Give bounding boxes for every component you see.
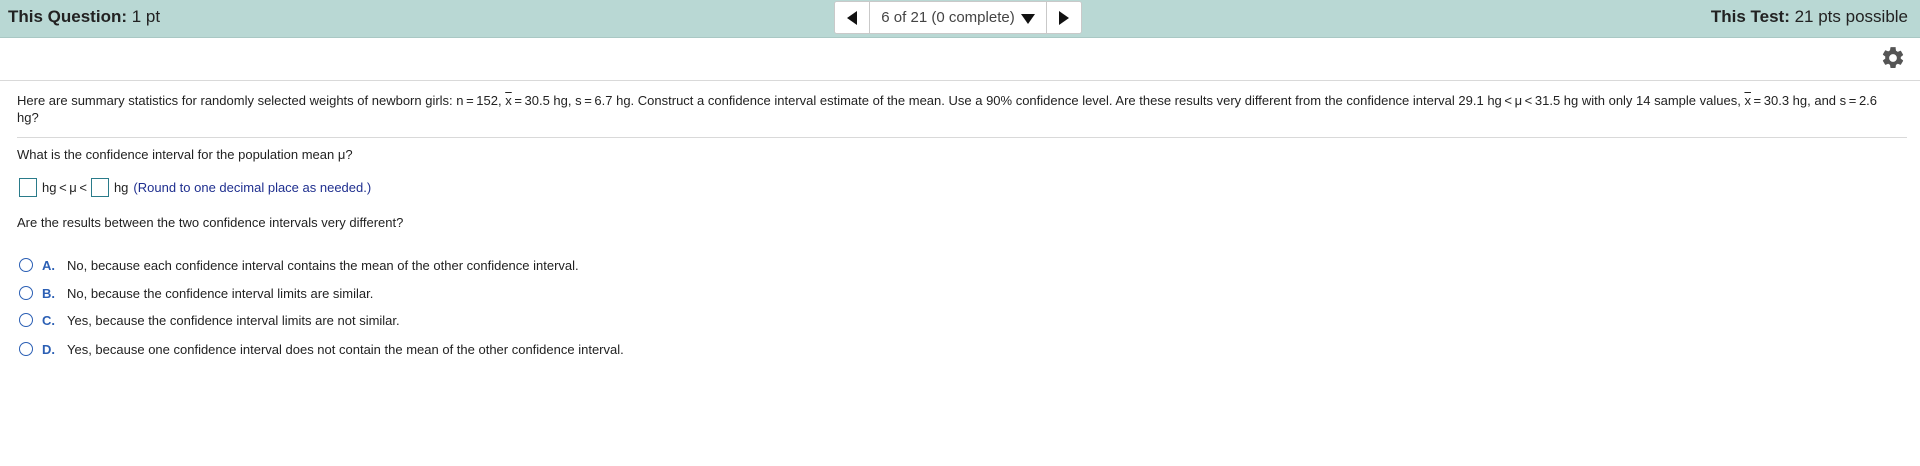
question2-prompt: Are the results between the two confiden… xyxy=(17,215,404,230)
rounding-hint: (Round to one decimal place as needed.) xyxy=(133,180,372,195)
lower-bound-input[interactable] xyxy=(19,178,37,197)
radio-button-a[interactable] xyxy=(19,258,33,272)
test-points-label: This Test: xyxy=(1710,7,1790,26)
test-points: This Test: 21 pts possible xyxy=(1711,7,1908,27)
option-text: No, because each confidence interval con… xyxy=(67,257,579,273)
upper-bound-input[interactable] xyxy=(90,178,109,197)
question-points-value: 1 pt xyxy=(131,7,161,26)
radio-button-b[interactable] xyxy=(19,286,33,300)
option-text: Yes, because the confidence interval lim… xyxy=(67,312,400,328)
option-letter: D. xyxy=(42,341,55,357)
answer-option-b[interactable]: B. No, because the confidence interval l… xyxy=(19,284,373,302)
answer-option-a[interactable]: A. No, because each confidence interval … xyxy=(19,256,579,274)
option-letter: B. xyxy=(42,285,55,301)
question-content: Here are summary statistics for randomly… xyxy=(17,92,1907,126)
gear-icon[interactable] xyxy=(1880,45,1906,71)
divider xyxy=(17,137,1907,138)
next-question-button[interactable] xyxy=(1046,2,1081,33)
problem-text-part2: = 30.5 hg, s = 6.7 hg. Construct a confi… xyxy=(511,93,1745,108)
question-points: This Question: 1 pt xyxy=(8,7,160,27)
answer-option-d[interactable]: D. Yes, because one confidence interval … xyxy=(19,340,624,358)
question-select-dropdown[interactable]: 6 of 21 (0 complete) xyxy=(870,2,1046,33)
interval-middle-text: hg < μ < xyxy=(42,180,87,195)
question-select-label: 6 of 21 (0 complete) xyxy=(881,9,1015,26)
answer-option-c[interactable]: C. Yes, because the confidence interval … xyxy=(19,311,400,329)
question-points-label: This Question: xyxy=(8,7,127,26)
question-navigator: 6 of 21 (0 complete) xyxy=(834,1,1082,34)
test-points-value: 21 pts possible xyxy=(1794,7,1908,26)
option-letter: A. xyxy=(42,257,55,273)
radio-button-d[interactable] xyxy=(19,342,33,356)
option-letter: C. xyxy=(42,312,55,328)
problem-text-part1: Here are summary statistics for randomly… xyxy=(17,93,506,108)
question-toolbar xyxy=(0,38,1920,81)
confidence-interval-answer-row: hg < μ < hg (Round to one decimal place … xyxy=(19,178,371,197)
option-text: No, because the confidence interval limi… xyxy=(67,285,374,301)
question-header-bar: This Question: 1 pt 6 of 21 (0 complete)… xyxy=(0,0,1920,38)
left-triangle-icon xyxy=(847,10,857,25)
chevron-down-icon xyxy=(1020,13,1035,24)
previous-question-button[interactable] xyxy=(835,2,870,33)
problem-statement: Here are summary statistics for randomly… xyxy=(17,92,1902,126)
question1-prompt: What is the confidence interval for the … xyxy=(17,147,353,162)
radio-button-c[interactable] xyxy=(19,313,33,327)
interval-unit-text: hg xyxy=(113,180,129,195)
right-triangle-icon xyxy=(1059,10,1069,25)
option-text: Yes, because one confidence interval doe… xyxy=(67,341,624,357)
